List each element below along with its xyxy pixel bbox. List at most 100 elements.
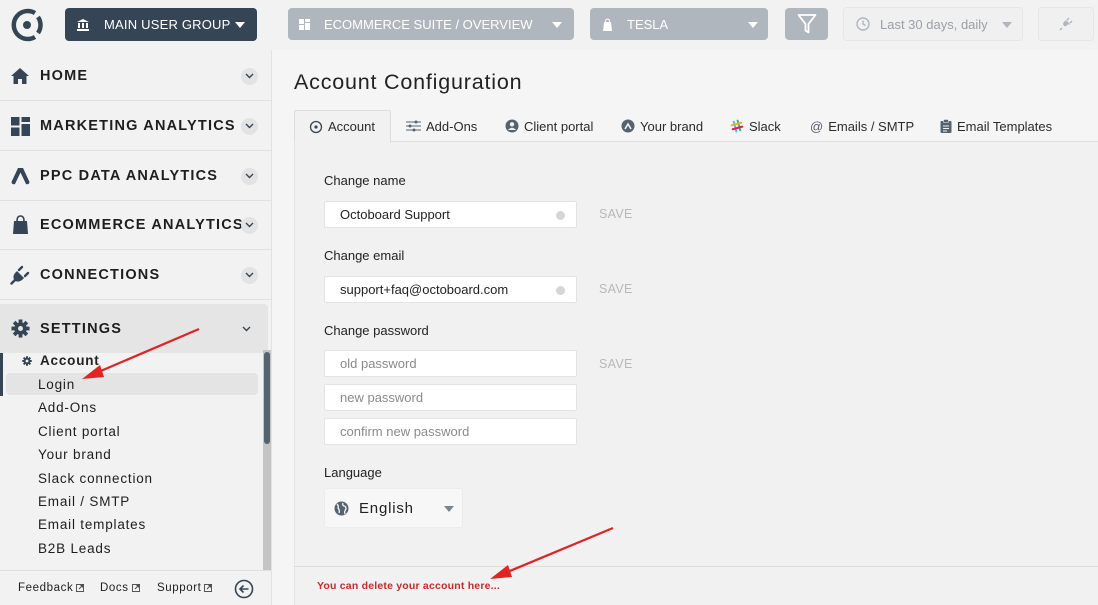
gear-icon [22,355,32,366]
chevron-down-icon[interactable] [241,266,258,284]
tab-label: Your brand [640,118,704,134]
chevron-down-icon[interactable] [241,67,258,85]
old-password-input[interactable]: old password [324,350,577,377]
email-input[interactable]: support+faq@octoboard.com [324,276,577,303]
bank-icon [76,18,90,32]
save-password-button[interactable]: SAVE [599,357,633,371]
confirm-password-input[interactable]: confirm new password [324,418,577,445]
date-range-dropdown[interactable]: Last 30 days, daily [843,7,1023,41]
settings-tabs: Account Add-Ons Client portal Your brand… [294,110,1098,143]
sidebar-item-label: HOME [40,68,89,84]
feedback-label: Feedback [18,582,74,594]
tab-slack[interactable]: Slack [730,110,781,142]
chevron-down-icon[interactable] [238,320,255,337]
feedback-link[interactable]: Feedback [18,582,85,594]
suite-dropdown[interactable]: ECOMMERCE SUITE / OVERVIEW [288,8,574,40]
submenu-item-client-portal[interactable]: Client portal [6,420,258,442]
sidebar-item-label: ECOMMERCE ANALYTICS [40,217,244,233]
sidebar: HOME MARKETING ANALYTICS PPC DATA ANALYT… [0,50,272,605]
docs-label: Docs [100,582,129,594]
external-link-icon [204,584,213,592]
shopping-bag-icon [10,215,30,235]
submenu-heading-account: Account [22,353,100,368]
clock-icon [856,17,870,31]
chevron-down-icon [748,22,758,28]
delete-account-link[interactable]: You can delete your account here... [317,580,500,592]
tab-label: Emails / SMTP [828,118,915,134]
sidebar-item-ecommerce-analytics[interactable]: ECOMMERCE ANALYTICS [0,201,271,250]
name-input[interactable]: Octoboard Support [324,201,577,228]
sidebar-item-label: PPC DATA ANALYTICS [40,168,219,184]
submenu-item-your-brand[interactable]: Your brand [6,443,258,465]
clear-icon[interactable] [556,211,565,220]
tab-label: Slack [749,118,781,134]
client-dropdown[interactable]: TESLA [590,8,768,40]
chevron-down-icon[interactable] [241,216,258,234]
ads-icon [10,166,30,186]
submenu-item-add-ons[interactable]: Add-Ons [6,396,258,418]
change-email-label: Change email [324,248,405,263]
language-select[interactable]: English [324,488,463,528]
sidebar-item-label: SETTINGS [40,320,123,337]
sliders-icon [406,120,421,132]
name-value: Octoboard Support [340,207,450,222]
clipboard-icon [940,119,952,133]
tab-account[interactable]: Account [294,110,391,143]
plug-icon [1059,17,1073,31]
docs-link[interactable]: Docs [100,582,140,594]
email-value: support+faq@octoboard.com [340,282,509,297]
shopping-bag-icon [602,17,613,31]
sidebar-scrollbar-thumb[interactable] [264,352,270,444]
tab-your-brand[interactable]: Your brand [621,110,703,142]
tab-client-portal[interactable]: Client portal [505,110,593,142]
support-label: Support [157,582,202,594]
sidebar-item-connections[interactable]: CONNECTIONS [0,251,271,300]
submenu-item-login[interactable]: Login [6,373,258,395]
sidebar-footer: Feedback Docs Support [0,570,271,605]
chevron-down-icon [552,22,562,28]
user-group-label: MAIN USER GROUP [104,17,231,32]
suite-label: ECOMMERCE SUITE / OVERVIEW [324,16,533,32]
new-password-input[interactable]: new password [324,384,577,411]
user-group-dropdown[interactable]: MAIN USER GROUP [65,8,257,41]
tab-label: Add-Ons [426,118,478,134]
filter-icon [797,14,816,34]
globe-icon [334,501,349,516]
octoboard-logo[interactable] [9,7,45,43]
chevron-down-icon [235,22,245,28]
clear-icon[interactable] [556,286,565,295]
submenu-item-slack-connection[interactable]: Slack connection [6,467,258,489]
sidebar-item-marketing-analytics[interactable]: MARKETING ANALYTICS [0,102,271,151]
external-link-icon [76,584,85,592]
sidebar-item-settings[interactable]: SETTINGS [0,304,268,353]
collapse-sidebar-icon[interactable] [234,579,254,599]
brand-icon [621,119,635,133]
tab-add-ons[interactable]: Add-Ons [406,110,477,142]
chevron-down-icon[interactable] [241,117,258,135]
change-password-label: Change password [324,323,429,338]
sidebar-item-label: MARKETING ANALYTICS [40,118,236,134]
language-label: Language [324,465,382,480]
tab-label: Client portal [524,118,594,134]
plug-icon [10,265,30,285]
user-circle-icon [505,119,519,133]
tab-email-templates[interactable]: Email Templates [940,110,1052,142]
filter-button[interactable] [785,8,828,40]
date-range-label: Last 30 days, daily [880,16,988,32]
change-name-label: Change name [324,173,406,188]
divider [294,566,1098,567]
dashboard-icon [10,116,30,136]
submenu-item-email-templates[interactable]: Email templates [6,513,258,535]
chevron-down-icon[interactable] [241,167,258,185]
submenu-item-b2b-leads[interactable]: B2B Leads [6,537,258,559]
save-email-button[interactable]: SAVE [599,282,633,296]
sidebar-item-home[interactable]: HOME [0,52,271,101]
external-link-icon [131,584,140,592]
submenu-item-email-smtp[interactable]: Email / SMTP [6,490,258,512]
tab-emails-smtp[interactable]: @ Emails / SMTP [810,110,914,142]
support-link[interactable]: Support [157,582,213,594]
connection-button[interactable] [1038,7,1094,41]
target-icon [309,120,323,134]
save-name-button[interactable]: SAVE [599,207,633,221]
sidebar-item-ppc-data-analytics[interactable]: PPC DATA ANALYTICS [0,152,271,201]
